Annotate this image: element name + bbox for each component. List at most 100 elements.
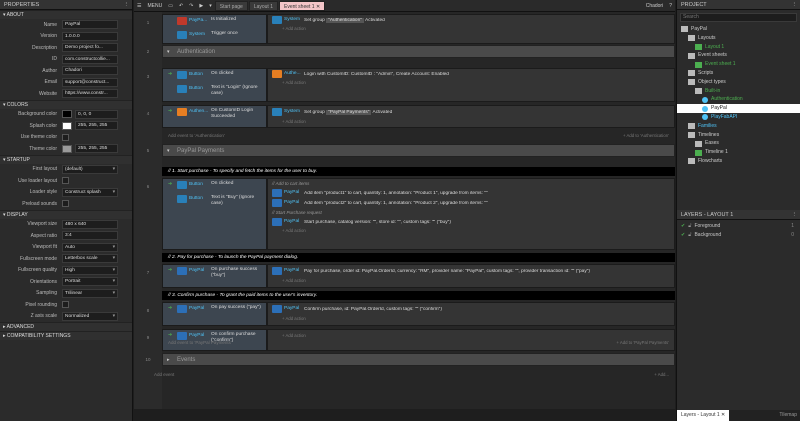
property-dropdown[interactable]: Normalized — [62, 311, 118, 321]
project-tree-item[interactable]: Layouts — [677, 34, 800, 43]
event-block[interactable]: ➜ PayPal On confirm purchase ("confirm") … — [162, 329, 675, 351]
property-dropdown[interactable]: Letterbox scale — [62, 254, 118, 264]
action-text[interactable]: Login with CustomID: CustomID : "Admin",… — [304, 72, 449, 77]
project-tree-item[interactable]: Object types — [677, 78, 800, 87]
project-tree-item[interactable]: PayPal — [677, 25, 800, 34]
event-block[interactable]: PayPa... Is Initialized System Trigger onc… — [162, 14, 675, 44]
event-sheet[interactable]: 1 PayPa... Is Initialized System Trigger o… — [134, 12, 675, 409]
add-action-link[interactable]: + Add action — [268, 227, 674, 235]
action-comment[interactable]: // Add to cart items — [268, 179, 674, 188]
lock-icon[interactable]: 🔓︎ — [688, 222, 691, 231]
event-actions[interactable]: PayPal Pay for purchase, order id: PayPal… — [267, 264, 675, 288]
event-conditions[interactable]: ➜ Authen... On CustomID Login Succeeded — [162, 105, 267, 128]
property-dropdown[interactable]: Portrait — [62, 277, 118, 287]
save-icon[interactable]: ▭ — [165, 1, 176, 11]
dropdown-icon[interactable]: ▾ — [206, 1, 215, 11]
condition-text[interactable]: Text is "Buy" (Ignore case) — [211, 195, 261, 206]
property-value[interactable]: 1.0.0.0 — [62, 31, 118, 41]
property-value[interactable]: 255, 255, 255 — [75, 121, 118, 131]
section-about[interactable]: ▾ ABOUT — [0, 10, 132, 19]
property-dropdown[interactable]: Trilinear — [62, 288, 118, 298]
action-text[interactable]: Confirm purchase, id: PayPal.OrderId, cu… — [304, 307, 442, 312]
add-action-link[interactable]: + Add action — [268, 79, 674, 87]
comment-row[interactable]: // 3. Confirm purchase - To grant the pa… — [162, 291, 675, 300]
project-tree-item[interactable]: Timelines — [677, 131, 800, 140]
action-text[interactable]: Add item "product1" to cart, quantity: 1… — [304, 191, 488, 196]
panel-menu-icon[interactable]: ⋮ — [792, 0, 798, 9]
property-dropdown[interactable]: High — [62, 265, 118, 275]
collapse-icon[interactable]: ▸ — [167, 354, 170, 366]
visible-checkbox-icon[interactable]: ✔ — [681, 222, 685, 231]
lock-icon[interactable]: 🔓︎ — [688, 231, 691, 240]
tab-layers[interactable]: Layers - Layout 1 ✕ — [677, 410, 730, 421]
event-actions[interactable]: PayPal Confirm purchase, id: PayPal.Order… — [267, 302, 675, 326]
property-value[interactable]: support@construct... — [62, 77, 118, 87]
color-swatch[interactable] — [62, 121, 72, 130]
event-block[interactable]: ➜ PayPal On purchase success ("buy") PayP… — [162, 264, 675, 288]
help-icon[interactable]: ? — [666, 1, 675, 11]
tab-layout-1[interactable]: Layout 1 — [248, 0, 278, 11]
project-tree-item[interactable]: PayPal — [677, 104, 800, 113]
panel-menu-icon[interactable]: ⋮ — [792, 210, 798, 219]
event-actions[interactable]: + Add action — [267, 329, 675, 351]
project-tree-item[interactable]: Authentication — [677, 95, 800, 104]
project-tree-item[interactable]: Scripts — [677, 69, 800, 78]
condition-text[interactable]: On clicked — [211, 71, 261, 77]
project-tree-item[interactable]: Families — [677, 122, 800, 131]
event-block[interactable]: ➜ Button On clicked Button Text is "Buy" (… — [162, 178, 675, 250]
action-text[interactable]: Add item "product2" to cart, quantity: 1… — [304, 201, 488, 206]
comment-row[interactable]: // 2. Pay for purchase - To launch the P… — [162, 253, 675, 262]
event-conditions[interactable]: ➜ Button On clicked Button Text is "Login"… — [162, 68, 267, 102]
undo-icon[interactable]: ↶ — [176, 1, 186, 11]
action-text[interactable]: Start purchase, catalog version: "", sto… — [304, 220, 451, 225]
event-actions[interactable]: System Set group "Authentication" Activat… — [267, 14, 675, 44]
event-block[interactable]: ➜ Authen... On CustomID Login Succeeded S… — [162, 105, 675, 128]
condition-text[interactable]: On purchase success ("buy") — [211, 267, 261, 278]
event-block[interactable]: ➜ Button On clicked Button Text is "Login"… — [162, 68, 675, 102]
property-checkbox[interactable] — [62, 177, 69, 185]
property-checkbox[interactable] — [62, 133, 69, 141]
project-tree-item[interactable]: Flowcharts — [677, 157, 800, 166]
add-action-link[interactable]: + Add action — [268, 25, 674, 33]
action-text[interactable]: Set group "Authentication" Activated — [304, 17, 385, 23]
property-value[interactable]: 480 x 640 — [62, 219, 118, 229]
collapse-icon[interactable]: ▾ — [167, 46, 170, 58]
add-action-link[interactable]: + Add action — [268, 315, 674, 323]
group-events[interactable]: ▸ Events — [162, 353, 675, 366]
condition-text[interactable]: On CustomID Login Succeeded — [211, 108, 261, 119]
event-block[interactable]: ➜ PayPal On pay success ("pay") PayPal Con… — [162, 302, 675, 326]
user-name[interactable]: Chadori — [643, 1, 667, 11]
redo-icon[interactable]: ↷ — [186, 1, 196, 11]
event-conditions[interactable]: PayPa... Is Initialized System Trigger onc… — [162, 14, 267, 44]
add-event-link[interactable]: Add event — [154, 372, 174, 377]
layer-row[interactable]: ✔ 🔓︎ Background 0 — [677, 231, 800, 240]
property-value[interactable]: 3:4 — [62, 231, 118, 241]
panel-menu-icon[interactable]: ⋮ — [124, 0, 130, 9]
add-to-group-link[interactable]: + Add to 'PayPal Payments' — [616, 340, 669, 345]
close-icon[interactable]: ✕ — [316, 4, 320, 10]
menu-button[interactable]: MENU — [144, 1, 165, 11]
property-checkbox[interactable] — [62, 200, 69, 208]
close-icon[interactable]: ✕ — [721, 412, 725, 418]
property-dropdown[interactable]: Construct splash — [62, 187, 118, 197]
property-checkbox[interactable] — [62, 301, 69, 309]
add-action-link[interactable]: + Add action — [268, 118, 674, 126]
project-tree-item[interactable]: Event sheets — [677, 51, 800, 60]
property-value[interactable]: com.constructcollie... — [62, 54, 118, 64]
event-actions[interactable]: // Add to cart items PayPal Add item "pro… — [267, 178, 675, 250]
color-swatch[interactable] — [62, 144, 72, 153]
section-compat[interactable]: ▸ COMPATIBILITY SETTINGS — [0, 331, 132, 340]
add-action-link[interactable]: + Add action — [268, 330, 674, 338]
add-to-group-link[interactable]: + Add to 'Authentication' — [623, 133, 669, 138]
event-conditions[interactable]: ➜ PayPal On pay success ("pay") — [162, 302, 267, 326]
property-value[interactable]: 255, 255, 255 — [75, 144, 118, 154]
property-value[interactable]: 0, 0, 0 — [75, 109, 118, 119]
add-to-group-link[interactable]: + Add... — [654, 372, 669, 377]
project-tree-item[interactable]: Layout 1 — [677, 43, 800, 52]
play-icon[interactable]: ▶ — [196, 1, 206, 11]
property-dropdown[interactable]: Auto — [62, 242, 118, 252]
action-text[interactable]: Set group "PayPal Payments" Activated — [304, 109, 392, 115]
search-input[interactable]: Search — [680, 13, 797, 22]
condition-text[interactable]: On clicked — [211, 181, 261, 187]
tab-tilemap[interactable]: Tilemap — [775, 410, 800, 421]
